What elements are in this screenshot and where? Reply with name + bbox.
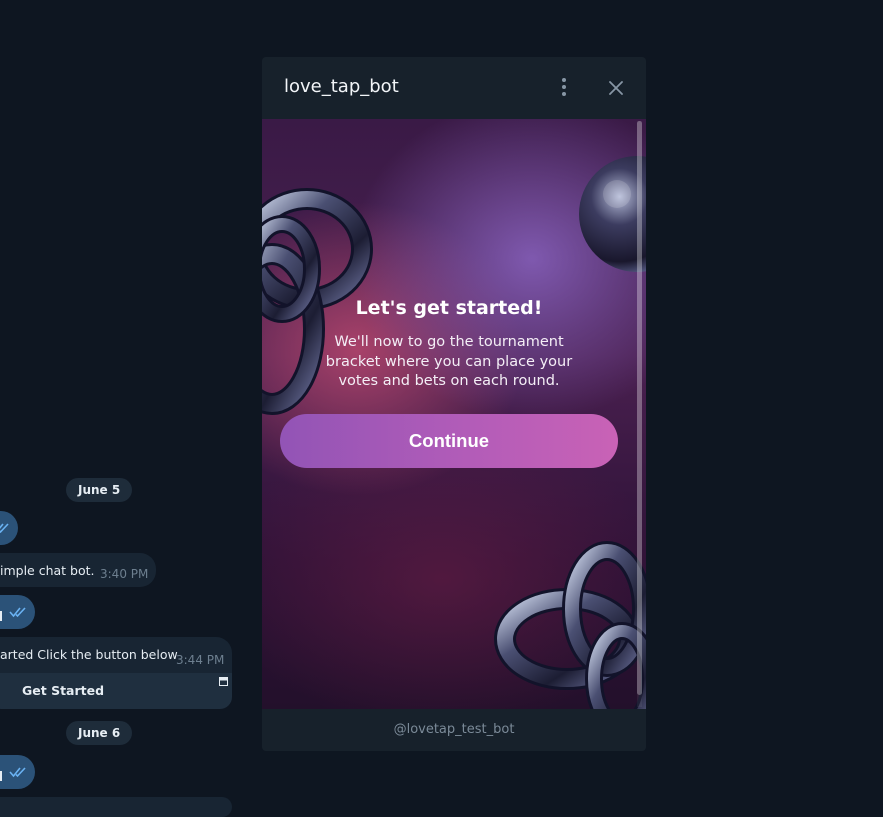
onboarding-heading: Let's get started!: [355, 297, 543, 319]
outgoing-message[interactable]: [0, 511, 18, 545]
continue-button[interactable]: Continue: [280, 414, 618, 468]
chat-history: June 5 imple chat bot. 3:40 PM arted Cli…: [0, 0, 260, 817]
onboarding-description: We'll now to go the tournament bracket w…: [325, 334, 573, 389]
mini-app-panel: love_tap_bot Let's get started! We'll no…: [262, 57, 646, 751]
more-menu-button[interactable]: [552, 77, 576, 99]
message-time: 3:44 PM: [176, 653, 225, 667]
message-text-fragment: [0, 771, 2, 781]
outgoing-message[interactable]: [0, 595, 35, 629]
inline-button-label: Get Started: [22, 683, 105, 698]
incoming-message[interactable]: imple chat bot. 3:40 PM: [0, 553, 156, 587]
outgoing-message[interactable]: [0, 755, 35, 789]
read-receipt-icon: [9, 767, 26, 778]
message-time: 3:40 PM: [100, 567, 149, 581]
close-icon: [609, 81, 623, 95]
scrollbar[interactable]: [637, 121, 642, 707]
get-started-inline-button[interactable]: Get Started: [0, 673, 232, 709]
more-vertical-icon: [562, 78, 566, 96]
panel-title: love_tap_bot: [284, 76, 399, 97]
web-app-icon: [219, 677, 228, 686]
date-separator: June 6: [66, 721, 133, 745]
close-button[interactable]: [604, 77, 628, 99]
incoming-message[interactable]: [0, 797, 232, 817]
read-receipt-icon: [9, 607, 26, 618]
web-app-view[interactable]: Let's get started! We'll now to go the t…: [262, 119, 646, 709]
panel-header: love_tap_bot: [262, 57, 646, 119]
message-text: arted Click the button below: [0, 647, 178, 662]
message-text: imple chat bot.: [0, 563, 95, 578]
bot-username-footer[interactable]: @lovetap_test_bot: [262, 709, 646, 751]
message-text-fragment: [0, 611, 2, 621]
date-separator: June 5: [66, 478, 133, 502]
read-receipt-icon: [0, 523, 9, 534]
incoming-message[interactable]: arted Click the button below 3:44 PM: [0, 637, 232, 673]
scrollbar-thumb[interactable]: [637, 121, 642, 695]
